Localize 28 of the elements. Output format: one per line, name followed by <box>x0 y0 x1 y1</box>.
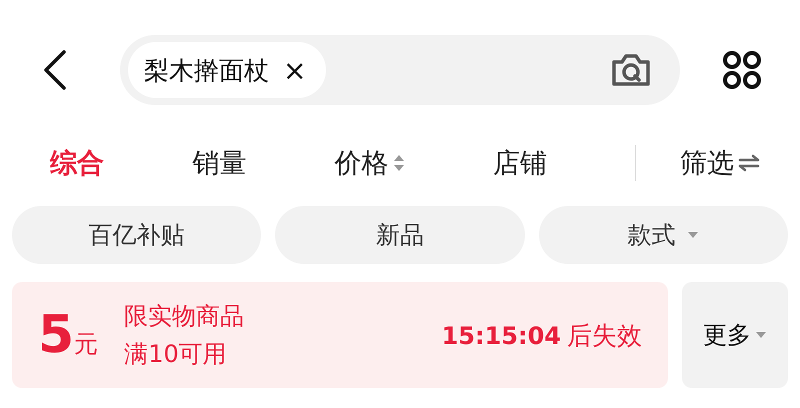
sort-arrows-icon <box>392 153 404 173</box>
clear-button[interactable]: × <box>283 54 306 86</box>
camera-icon[interactable] <box>610 52 652 88</box>
coupon-condition: 满10可用 <box>124 339 228 370</box>
sort-tab[interactable]: 综合 <box>50 145 104 181</box>
filter-icon <box>738 154 760 172</box>
filter-chip[interactable]: 款式 <box>538 206 788 264</box>
sort-tab[interactable]: 店铺 <box>492 145 547 181</box>
chip-label: 百亿补贴 <box>88 220 185 251</box>
caret-icon <box>755 331 767 339</box>
query-chip[interactable]: 梨木擀面杖 × <box>128 42 326 98</box>
coupon-condition: 限实物商品 <box>124 301 244 332</box>
sort-tab[interactable]: 价格 <box>334 145 388 181</box>
sort-tab[interactable]: 筛选 <box>680 145 734 181</box>
coupon-unit: 元 <box>74 329 98 360</box>
query-text: 梨木擀面杖 <box>144 54 269 86</box>
chip-label: 款式 <box>627 220 676 251</box>
coupon-amount: 5 <box>38 305 74 365</box>
filter-chip[interactable]: 新品 <box>275 206 525 264</box>
expiry-text: 后失效 <box>567 320 642 352</box>
chip-label: 新品 <box>376 220 424 251</box>
sort-tab[interactable]: 销量 <box>192 145 246 181</box>
countdown-timer: 15:15:04 <box>442 322 561 350</box>
grid-menu-icon[interactable] <box>722 50 762 90</box>
back-icon[interactable] <box>42 49 68 91</box>
filter-chip[interactable]: 百亿补贴 <box>12 206 262 264</box>
more-button[interactable]: 更多 <box>682 282 788 388</box>
search-field[interactable]: 梨木擀面杖 × <box>120 35 680 105</box>
